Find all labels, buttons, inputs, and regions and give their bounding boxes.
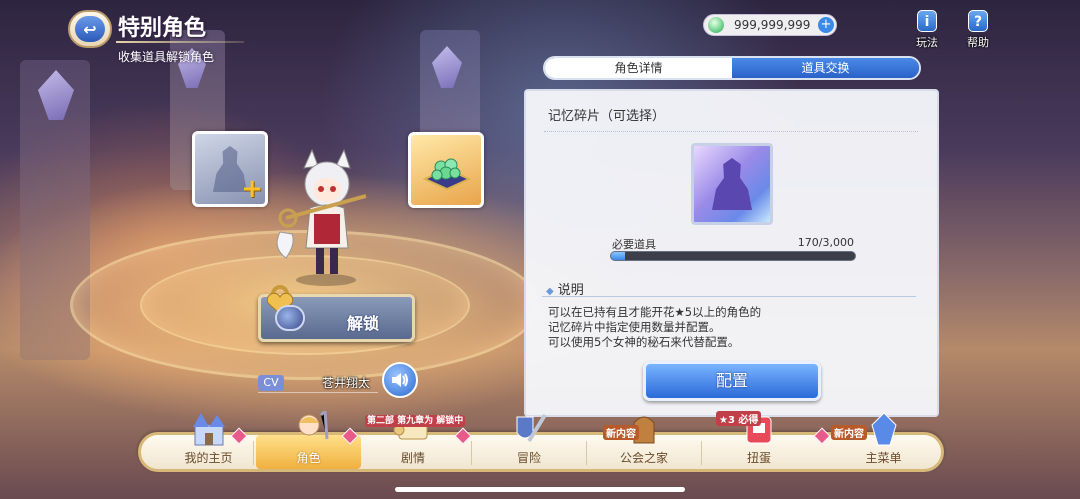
speaker-icon [392,373,408,387]
treasure-item-slot[interactable] [408,132,484,208]
jewel-icon [708,17,724,33]
nav-label: 主菜单 [865,451,902,465]
description-line: 可以在已持有且才能开花★5以上的角色的 [548,305,762,319]
gem-cushion-icon [422,158,472,191]
back-button[interactable]: ↩ [68,10,112,48]
add-plus-icon: + [241,174,263,204]
nav-item-gacha[interactable]: ★3 必得 扭蛋 [704,411,814,469]
required-item-progress-bar [610,251,856,261]
jewel-count: 999,999,999 [734,18,811,32]
panel-title: 记忆碎片（可选择） [548,109,666,124]
nav-item-guild-house[interactable]: 新内容 公会之家 [589,416,699,469]
tab-character-details[interactable]: 角色详情 [545,58,732,78]
bottom-nav: 我的主页 角色 第二部 第九章为 解锁中 剧情 冒险 新内容 公会之家 ★3 必… [138,411,944,472]
play-voice-button[interactable] [382,362,418,398]
memory-piece-slot[interactable]: + [192,131,268,207]
gacha-guarantee-badge: ★3 必得 [716,411,762,426]
item-exchange-panel: 记忆碎片（可选择） 必要道具 170/3,000 ◆ 说明 可以在已持有且才能开花… [524,89,939,417]
story-badge: 第二部 第九章为 解锁中 [365,415,466,427]
unlock-label: 解锁 [347,314,380,333]
help-button[interactable]: ? 帮助 [958,10,998,50]
question-icon: ? [968,10,988,32]
character-silhouette-icon [712,158,752,210]
progress-fill [611,252,625,260]
character-orb-icon [275,305,305,331]
castle-icon [192,413,225,446]
required-item-label: 必要道具 [612,238,656,251]
description-line: 记忆碎片中指定使用数量并配置。 [548,320,721,334]
voice-actor-name: 苍井翔太 [322,376,371,390]
title-underline [116,41,244,43]
nav-label: 扭蛋 [746,451,771,465]
nav-item-adventure[interactable]: 冒险 [474,413,584,469]
howto-label: 玩法 [916,36,938,49]
character-sprite [276,148,367,286]
menu-new-badge: 新内容 [831,425,867,440]
crystal-menu-icon [870,412,897,446]
divider [542,296,916,297]
nav-label: 剧情 [400,451,425,465]
nav-separator [253,441,254,465]
cv-underline [258,392,378,393]
nav-item-story[interactable]: 第二部 第九章为 解锁中 剧情 [363,415,466,469]
memory-piece-select-tile[interactable] [691,143,773,225]
nav-label: 我的主页 [184,451,233,465]
tab-item-exchange[interactable]: 道具交换 [732,58,919,78]
add-jewel-button[interactable]: + [818,17,834,33]
panel-tabs: 角色详情 道具交换 [543,56,921,80]
configure-button[interactable]: 配置 [643,361,821,401]
info-icon: i [917,10,937,32]
sword-shield-icon [516,413,547,443]
description-text: 可以在已持有且才能开花★5以上的角色的 记忆碎片中指定使用数量并配置。 可以使用… [548,305,761,350]
divider [544,131,918,132]
howto-button[interactable]: i 玩法 [907,10,947,50]
description-line: 可以使用5个女神的秘石来代替配置。 [548,335,740,349]
home-indicator[interactable] [395,487,685,492]
required-item-count: 170/3,000 [797,236,854,249]
page-title: 特别角色 [118,16,207,41]
nav-label: 公会之家 [619,451,668,465]
nav-item-main-menu[interactable]: 新内容 主菜单 [831,412,936,469]
guild-new-badge: 新内容 [603,425,639,440]
back-arrow-icon: ↩ [75,16,105,42]
nav-separator [471,441,472,465]
nav-label: 角色 [296,451,321,465]
nav-label: 冒险 [516,451,541,465]
unlock-button[interactable]: 解锁 [258,285,415,342]
nav-separator [701,441,702,465]
jewel-currency-bar: 999,999,999 + [703,14,837,36]
nav-separator [586,441,587,465]
page-subtitle: 收集道具解锁角色 [118,50,215,64]
cv-badge: CV [258,375,284,391]
character-nav-icon [298,411,328,440]
help-label: 帮助 [967,36,989,49]
